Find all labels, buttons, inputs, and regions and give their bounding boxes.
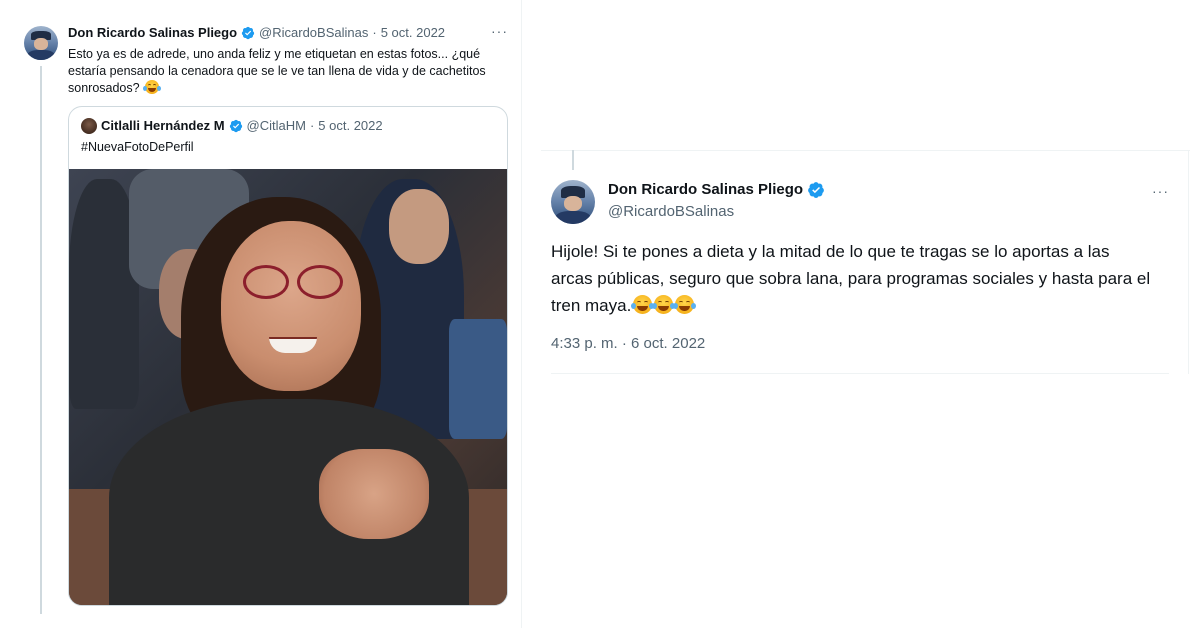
thread-line [572,150,574,170]
divider [541,150,1190,151]
thread-line [40,66,42,614]
tweet-timestamp[interactable]: 4:33 p. m. · 6 oct. 2022 [551,334,705,354]
divider [551,373,1169,374]
verified-badge-icon [241,26,255,40]
face-with-tears-of-joy-icon [673,295,697,314]
more-options-icon[interactable]: ··· [1152,184,1169,198]
tweet-date[interactable]: 5 oct. 2022 [381,25,445,41]
author-avatar[interactable] [551,180,595,224]
quoted-tweet-header: Citlalli Hernández M @CitlaHM · 5 oct. 2… [81,118,383,134]
quoted-author-handle: @CitlaHM [246,118,306,133]
left-tweet: Don Ricardo Salinas Pliego @RicardoBSali… [0,0,521,628]
quoted-tweet-photo[interactable] [69,169,507,605]
author-avatar[interactable] [24,26,58,60]
tweet-text-body: Esto ya es de adrede, uno anda feliz y m… [68,47,486,95]
face-with-tears-of-joy-icon [631,295,655,314]
author-name[interactable]: Don Ricardo Salinas Pliego [68,25,237,41]
more-options-icon[interactable]: ··· [491,24,508,38]
tweet-text: Hijole! Si te pones a dieta y la mitad d… [551,238,1151,319]
verified-badge-icon [808,182,824,198]
panel-divider [521,0,522,628]
face-with-tears-of-joy-icon [652,295,676,314]
author-handle[interactable]: @RicardoBSalinas [608,202,734,222]
author-name-row: Don Ricardo Salinas Pliego [608,180,825,200]
tweet-header: Don Ricardo Salinas Pliego @RicardoBSali… [68,25,445,41]
separator-dot: · [309,118,315,133]
panel-edge [1188,150,1189,374]
tweet-text: Esto ya es de adrede, uno anda feliz y m… [68,46,508,97]
author-handle[interactable]: @RicardoBSalinas [259,25,368,41]
verified-badge-icon [229,119,242,133]
quoted-tweet-text: #NuevaFotoDePerfil [81,140,194,154]
separator-dot: · [372,25,377,40]
author-name[interactable]: Don Ricardo Salinas Pliego [608,180,803,200]
right-tweet: Don Ricardo Salinas Pliego @RicardoBSali… [541,150,1190,374]
face-with-tears-of-joy-icon [143,80,162,94]
quoted-author-avatar [81,118,97,134]
quoted-tweet-card[interactable]: Citlalli Hernández M @CitlaHM · 5 oct. 2… [68,106,508,606]
quoted-author-name: Citlalli Hernández M [101,118,225,133]
quoted-tweet-date: 5 oct. 2022 [318,118,383,133]
